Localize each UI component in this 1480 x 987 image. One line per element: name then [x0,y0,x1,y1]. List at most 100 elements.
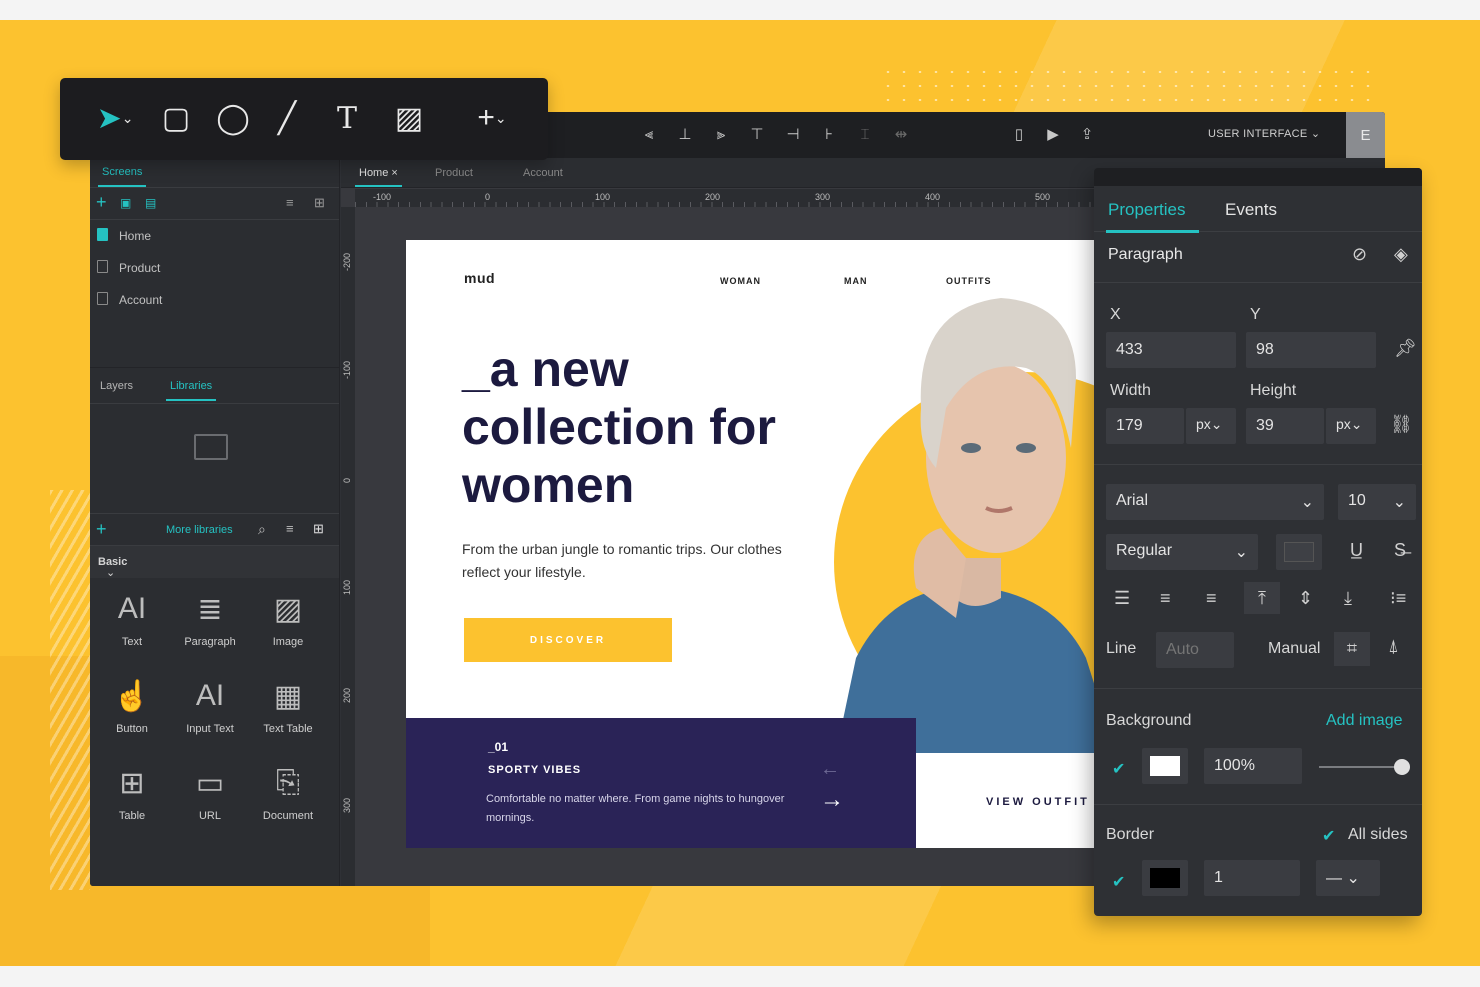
tab-home[interactable]: Home × [355,167,402,187]
align-left-icon[interactable]: ⫷ [638,124,660,146]
tab-product[interactable]: Product [435,167,473,179]
basic-section-header[interactable]: ⌄ Basic [90,546,339,579]
add-tool[interactable]: + ⌄ [462,100,522,136]
search-icon[interactable]: ⌕ [258,521,266,538]
vertical-ruler[interactable]: -200 -100 0 100 200 300 [341,207,355,886]
bullet-list-icon[interactable]: ⁝≡ [1390,588,1406,609]
font-family-select[interactable]: Arial ⌄ [1106,484,1324,520]
widget-text-table[interactable]: ▦ Text Table [248,673,328,736]
auto-size-icon[interactable]: ⍋ [1388,636,1399,657]
opacity-slider-handle[interactable] [1394,759,1410,775]
tab-events[interactable]: Events [1225,200,1277,220]
opacity-field[interactable] [1204,748,1302,784]
align-right-icon[interactable]: ⫸ [710,124,732,146]
border-style-select[interactable]: — ⌄ [1316,860,1380,896]
tab-libraries[interactable]: Libraries [165,380,217,401]
text-color-swatch[interactable] [1276,534,1322,570]
hero-headline[interactable]: _a new collection for women [462,340,822,514]
more-libraries-link[interactable]: More libraries [166,524,233,536]
close-icon[interactable]: × [391,167,397,179]
site-logo[interactable]: mud [464,270,495,286]
text-align-center-icon[interactable]: ≡ [1160,588,1171,609]
rectangle-icon[interactable]: ▢ [160,100,192,136]
screen-item-home[interactable]: Home [90,220,339,252]
height-field[interactable] [1246,408,1324,444]
add-image-link[interactable]: Add image [1326,712,1403,730]
vertical-align-top-icon[interactable]: ⤒ [1244,582,1280,614]
border-color-swatch[interactable] [1142,860,1188,896]
text-align-right-icon[interactable]: ≡ [1206,588,1217,609]
width-unit-select[interactable]: px⌄ [1186,408,1236,444]
text-icon[interactable]: T [330,100,364,136]
add-screen-icon[interactable]: + [96,192,107,213]
vertical-align-bottom-icon[interactable]: ⤓ [1344,588,1352,609]
font-size-select[interactable]: 10 ⌄ [1338,484,1416,520]
avatar[interactable]: E [1346,112,1385,158]
grid-view-icon[interactable]: ⊞ [314,195,325,211]
align-top-icon[interactable]: ⊤ [746,124,768,146]
feature-band[interactable]: _01 SPORTY VIBES Comfortable no matter w… [406,718,916,848]
background-color-swatch[interactable] [1142,748,1188,784]
widget-image[interactable]: ▨ Image [248,586,328,649]
border-width-field[interactable] [1204,860,1300,896]
image-icon[interactable]: ▨ [392,100,426,136]
pointer-tool[interactable]: ➤ ⌄ [90,100,140,136]
text-align-left-icon[interactable]: ☰ [1114,588,1130,609]
all-sides-check-icon[interactable]: ✔ [1322,826,1335,846]
tab-layers[interactable]: Layers [100,380,133,392]
link-icon[interactable]: ⛓ [1390,414,1413,435]
height-unit-select[interactable]: px⌄ [1326,408,1376,444]
widget-paragraph[interactable]: ≣ Paragraph [170,586,250,649]
align-bottom-icon[interactable]: ⊦ [818,124,840,146]
align-center-icon[interactable]: ⊥ [674,124,696,146]
screen-item-account[interactable]: Account [90,284,339,316]
add-library-icon[interactable]: + [96,519,107,540]
list-view-icon[interactable]: ≡ [286,195,294,210]
widget-text[interactable]: AI Text [92,586,172,648]
ellipse-icon[interactable]: ◯ [216,100,250,136]
visibility-icon[interactable]: ⊘ [1352,244,1367,265]
nav-woman[interactable]: WOMAN [720,276,761,286]
line-height-field[interactable] [1156,632,1234,668]
share-icon[interactable]: ⇪ [1076,124,1098,146]
view-outfit-link[interactable]: VIEW OUTFIT [986,796,1090,808]
font-weight-select[interactable]: Regular ⌄ [1106,534,1258,570]
folder-icon[interactable]: ▤ [145,196,156,210]
vertical-align-middle-icon[interactable]: ⇕ [1298,588,1313,609]
layers-icon[interactable]: ◈ [1394,244,1408,265]
tab-properties[interactable]: Properties [1105,200,1201,233]
y-field[interactable] [1246,332,1376,368]
hero-subtext[interactable]: From the urban jungle to romantic trips.… [462,538,782,584]
width-field[interactable] [1106,408,1184,444]
align-middle-icon[interactable]: ⊣ [782,124,804,146]
strikethrough-icon[interactable]: S̶ [1394,540,1406,561]
screen-image-icon[interactable]: ▣ [120,196,131,210]
underline-icon[interactable]: U̲ [1350,540,1363,561]
pin-icon[interactable]: 📌︎ [1394,338,1417,359]
line-icon[interactable]: ╱ [272,100,302,136]
widget-button[interactable]: ☝ Button [92,673,172,736]
widget-url[interactable]: ▭ URL [170,760,250,823]
arrow-left-icon[interactable]: ← [820,758,840,781]
distribute-h-icon[interactable]: ⇹ [890,124,912,146]
tab-screens[interactable]: Screens [97,166,147,187]
tab-account[interactable]: Account [523,167,563,179]
distribute-v-icon[interactable]: ⌶ [854,124,876,146]
background-check-icon[interactable]: ✔ [1112,759,1125,779]
opacity-slider[interactable] [1319,766,1401,768]
x-field[interactable] [1106,332,1236,368]
grid-view-icon[interactable]: ⊞ [313,521,324,537]
model-photo[interactable] [826,258,1096,753]
screen-item-product[interactable]: Product [90,252,339,284]
play-icon[interactable]: ▶ [1042,124,1064,146]
widget-document[interactable]: ⎘ Document [248,760,328,822]
list-view-icon[interactable]: ≡ [286,521,294,536]
resize-manual-icon[interactable]: ⌗ [1334,632,1370,666]
ui-library-select[interactable]: USER INTERFACE ⌄ [1208,127,1320,140]
mobile-icon[interactable]: ▯ [1008,124,1030,146]
widget-input-text[interactable]: AI Input Text [170,673,250,735]
discover-button[interactable]: DISCOVER [464,618,672,662]
border-check-icon[interactable]: ✔ [1112,872,1125,892]
artboard[interactable]: mud WOMAN MAN OUTFITS _a new collection … [406,240,1096,848]
widget-table[interactable]: ⊞ Table [92,760,172,823]
